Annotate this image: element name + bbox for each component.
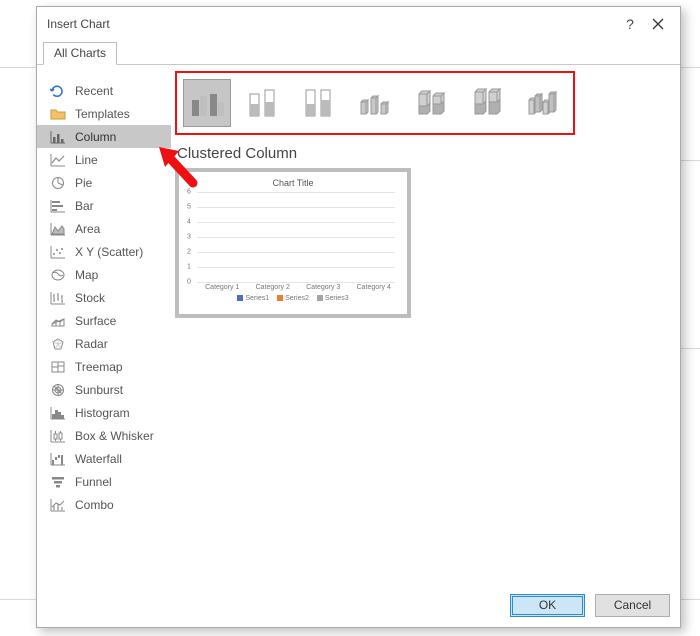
stock-chart-icon [49, 290, 67, 306]
subtype-stacked-column[interactable] [239, 79, 287, 127]
sidebar-item-label: Column [75, 130, 116, 144]
sidebar-item-label: Bar [75, 199, 94, 213]
sidebar-item-funnel[interactable]: Funnel [37, 470, 171, 493]
chart-x-labels: Category 1Category 2Category 3Category 4 [197, 284, 399, 291]
chart-subtype-title: Clustered Column [177, 145, 674, 162]
sidebar-item-label: Combo [75, 498, 114, 512]
3d-100stacked-icon [469, 88, 505, 118]
sidebar-item-label: Histogram [75, 406, 130, 420]
sidebar-item-xy-scatter[interactable]: X Y (Scatter) [37, 240, 171, 263]
sidebar-item-combo[interactable]: Combo [37, 493, 171, 516]
dialog-footer: OK Cancel [37, 583, 680, 627]
subtype-clustered-column[interactable] [183, 79, 231, 127]
scatter-chart-icon [49, 244, 67, 260]
clustered-column-icon [189, 88, 225, 118]
main-panel: Clustered Column Chart Title 0123456 Cat… [171, 65, 680, 583]
cancel-button[interactable]: Cancel [595, 594, 670, 617]
sidebar-item-label: Radar [75, 337, 108, 351]
sidebar-item-histogram[interactable]: Histogram [37, 401, 171, 424]
100stacked-column-icon [301, 88, 337, 118]
chart-plot-area: 0123456 [197, 192, 395, 282]
sidebar-item-label: Box & Whisker [75, 429, 154, 443]
bar-chart-icon [49, 198, 67, 214]
subtype-100-stacked-column[interactable] [295, 79, 343, 127]
sidebar-item-pie[interactable]: Pie [37, 171, 171, 194]
insert-chart-dialog: Insert Chart ? All Charts Recent Templat… [36, 6, 681, 628]
sidebar-item-label: Waterfall [75, 452, 122, 466]
sidebar-item-stock[interactable]: Stock [37, 286, 171, 309]
sidebar-item-label: X Y (Scatter) [75, 245, 143, 259]
subtype-3d-clustered-column[interactable] [351, 79, 399, 127]
surface-chart-icon [49, 313, 67, 329]
sidebar-item-sunburst[interactable]: Sunburst [37, 378, 171, 401]
sidebar-item-label: Treemap [75, 360, 123, 374]
chart-legend: Series1Series2Series3 [187, 295, 399, 302]
sidebar-item-recent[interactable]: Recent [37, 79, 171, 102]
chart-category-sidebar: Recent Templates Column Line Pie Bar [37, 65, 171, 583]
titlebar: Insert Chart ? [37, 7, 680, 41]
sidebar-item-label: Surface [75, 314, 116, 328]
line-chart-icon [49, 152, 67, 168]
sidebar-item-treemap[interactable]: Treemap [37, 355, 171, 378]
subtype-3d-column[interactable] [519, 79, 567, 127]
sidebar-item-label: Funnel [75, 475, 112, 489]
treemap-chart-icon [49, 359, 67, 375]
sidebar-item-label: Map [75, 268, 98, 282]
sidebar-item-surface[interactable]: Surface [37, 309, 171, 332]
sidebar-item-line[interactable]: Line [37, 148, 171, 171]
sidebar-item-templates[interactable]: Templates [37, 102, 171, 125]
3d-column-icon [525, 88, 561, 118]
histogram-chart-icon [49, 405, 67, 421]
sidebar-item-label: Recent [75, 84, 113, 98]
sidebar-item-label: Templates [75, 107, 130, 121]
stacked-column-icon [245, 88, 281, 118]
close-icon [652, 18, 664, 30]
funnel-chart-icon [49, 474, 67, 490]
tabstrip: All Charts [37, 41, 680, 65]
3d-clustered-icon [357, 88, 393, 118]
sidebar-item-area[interactable]: Area [37, 217, 171, 240]
column-chart-icon [49, 129, 67, 145]
ok-button[interactable]: OK [510, 594, 585, 617]
dialog-title: Insert Chart [47, 17, 616, 31]
combo-chart-icon [49, 497, 67, 513]
3d-stacked-icon [413, 88, 449, 118]
sidebar-item-waterfall[interactable]: Waterfall [37, 447, 171, 470]
sidebar-item-map[interactable]: Map [37, 263, 171, 286]
sunburst-chart-icon [49, 382, 67, 398]
sidebar-item-column[interactable]: Column [37, 125, 171, 148]
recent-icon [49, 83, 67, 99]
help-button[interactable]: ? [616, 10, 644, 38]
pie-chart-icon [49, 175, 67, 191]
chart-title: Chart Title [187, 178, 399, 188]
tab-all-charts[interactable]: All Charts [43, 42, 117, 65]
sidebar-item-label: Sunburst [75, 383, 123, 397]
sidebar-item-label: Area [75, 222, 100, 236]
sidebar-item-label: Pie [75, 176, 92, 190]
waterfall-chart-icon [49, 451, 67, 467]
sidebar-item-bar[interactable]: Bar [37, 194, 171, 217]
subtype-3d-100-stacked-column[interactable] [463, 79, 511, 127]
sidebar-item-radar[interactable]: Radar [37, 332, 171, 355]
radar-chart-icon [49, 336, 67, 352]
chart-subtype-row [175, 71, 575, 135]
area-chart-icon [49, 221, 67, 237]
box-whisker-icon [49, 428, 67, 444]
map-chart-icon [49, 267, 67, 283]
sidebar-item-label: Stock [75, 291, 105, 305]
close-button[interactable] [644, 10, 672, 38]
subtype-3d-stacked-column[interactable] [407, 79, 455, 127]
folder-icon [49, 106, 67, 122]
chart-preview[interactable]: Chart Title 0123456 Category 1Category 2… [175, 168, 411, 318]
sidebar-item-label: Line [75, 153, 98, 167]
sidebar-item-box-whisker[interactable]: Box & Whisker [37, 424, 171, 447]
